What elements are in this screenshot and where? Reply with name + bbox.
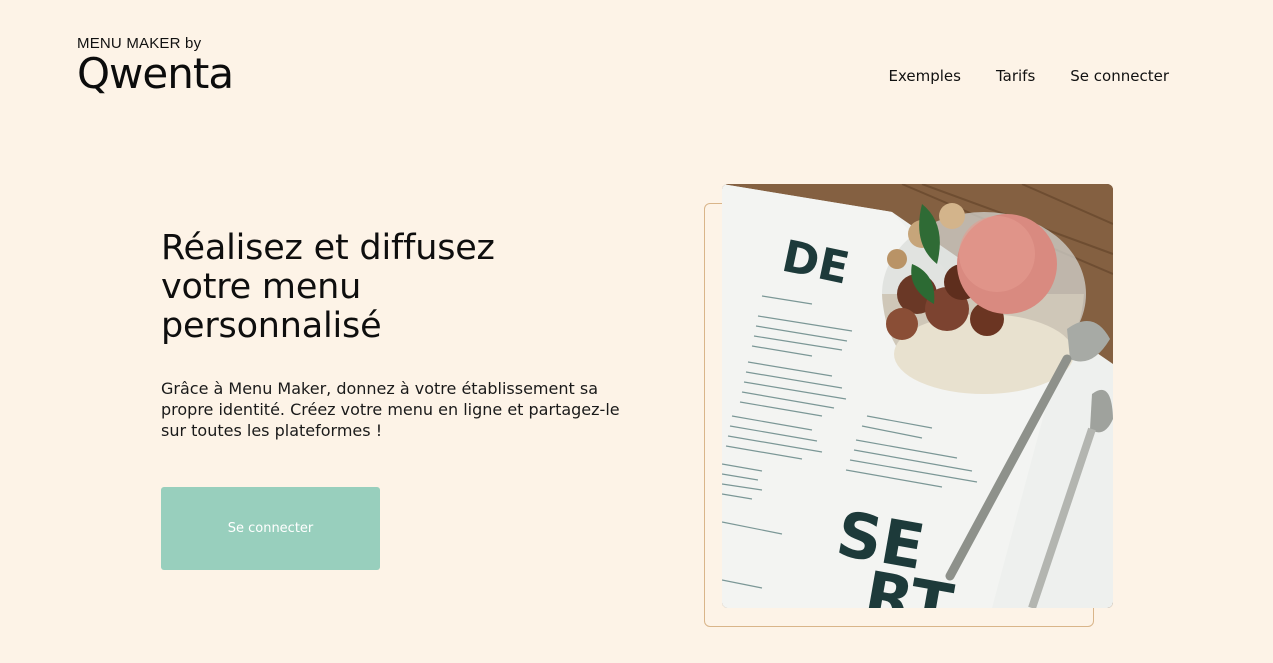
nav-link-se-connecter[interactable]: Se connecter bbox=[1070, 67, 1169, 85]
logo-wordmark: Qwenta bbox=[77, 49, 234, 98]
hero-title: Réalisez et diffusez votre menu personna… bbox=[161, 228, 495, 346]
nav-link-exemples[interactable]: Exemples bbox=[889, 67, 961, 85]
hero-description: Grâce à Menu Maker, donnez à votre établ… bbox=[161, 379, 620, 440]
dessert-menu-photo: DE SE RT bbox=[722, 184, 1113, 608]
login-button[interactable]: Se connecter bbox=[161, 487, 380, 570]
landing-page: MENU MAKER by Qwenta Exemples Tarifs Se … bbox=[0, 0, 1273, 663]
main-nav: Exemples Tarifs Se connecter bbox=[889, 67, 1170, 85]
nav-link-tarifs[interactable]: Tarifs bbox=[996, 67, 1035, 85]
brand-logo[interactable]: MENU MAKER by Qwenta bbox=[77, 36, 234, 98]
